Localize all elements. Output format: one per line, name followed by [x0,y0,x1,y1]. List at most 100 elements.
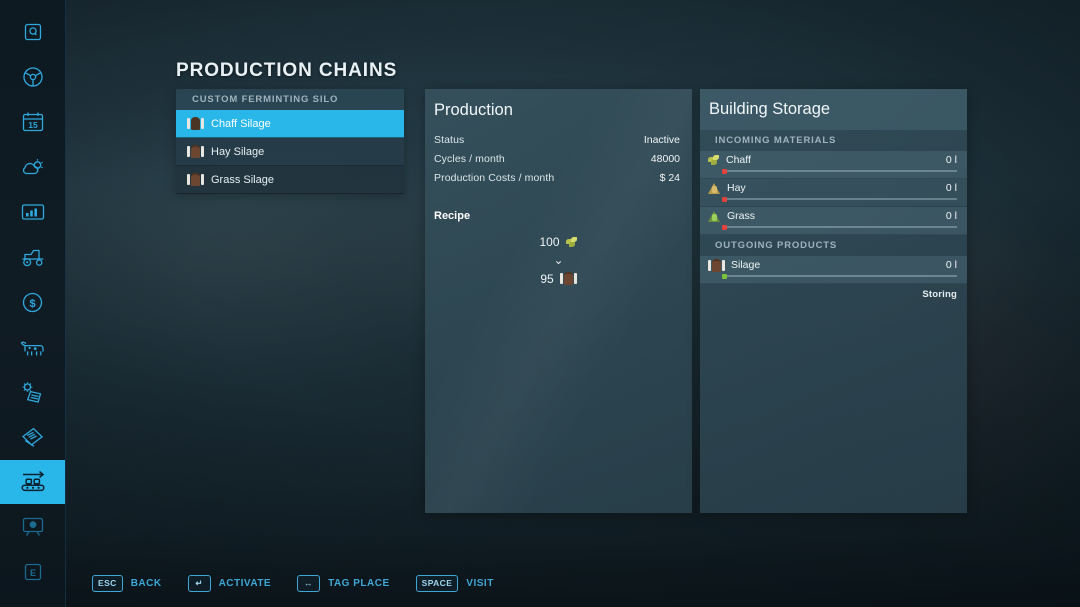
weather-icon [20,156,46,178]
grass-icon [708,210,721,222]
left-sidebar: 15 $ E [0,0,66,607]
sidebar-item-animals[interactable] [0,325,65,369]
sidebar-item-statistics[interactable] [0,190,65,234]
stat-production-costs: Production Costs / month $ 24 [434,169,680,188]
sidebar-item-map-overview[interactable] [0,505,65,549]
chain-list-item-label: Hay Silage [211,145,265,158]
sidebar-item-production[interactable] [0,460,65,504]
storage-row-amount: 0 l [945,259,957,271]
svg-text:$: $ [29,298,35,310]
chain-list-item-grass-silage[interactable]: Grass Silage [176,166,404,194]
svg-text:E: E [29,568,35,578]
stat-value: 48000 [650,153,680,165]
chaff-icon [708,154,720,166]
stat-label: Production Costs / month [434,172,555,184]
stat-cycles-per-month: Cycles / month 48000 [434,150,680,169]
storage-fill-bar [724,198,957,200]
sidebar-item-machinery[interactable] [0,235,65,279]
storage-row-name: Grass [727,210,756,222]
storage-row-silage[interactable]: Silage 0 l [700,256,967,284]
hint-back[interactable]: ESC BACK [92,574,162,592]
status-dot-ok [722,273,727,279]
storage-row-chaff[interactable]: Chaff 0 l [700,151,967,179]
quest-q-icon [23,22,43,42]
storage-row-name: Chaff [726,154,751,166]
key-enter: ↵ [187,574,211,592]
status-dot-empty [722,196,727,202]
key-space: SPACE [415,574,459,592]
steering-wheel-icon [21,65,45,89]
silage-bale-icon [187,117,204,130]
chain-list-item-hay-silage[interactable]: Hay Silage [176,138,404,166]
chain-list-item-label: Chaff Silage [211,117,271,130]
silage-bale-icon [187,145,204,158]
storage-row-name: Silage [731,259,761,271]
documents-icon [20,426,46,448]
hint-label: ACTIVATE [218,577,272,589]
sidebar-item-prices[interactable] [0,415,65,459]
monitor-icon [21,516,45,538]
sidebar-item-calendar[interactable]: 15 [0,100,65,144]
hay-icon [708,182,721,194]
hint-tag-place[interactable]: ↔ TAG PLACE [297,574,390,592]
stat-status: Status Inactive [434,131,680,150]
storage-fill-bar [724,170,957,172]
cow-icon [19,336,47,358]
conveyor-belt-icon [18,469,48,495]
building-storage-title: Building Storage [700,89,967,130]
sidebar-item-contracts[interactable] [0,370,65,414]
key-esc: ESC [92,574,123,592]
chevron-down-icon: ⌄ [553,253,564,267]
storage-row-amount: 0 l [945,154,957,166]
recipe-heading: Recipe [434,210,471,222]
status-dot-empty [722,224,727,230]
hint-label: TAG PLACE [328,577,390,589]
chaff-icon [565,236,578,248]
chain-list-item-chaff-silage[interactable]: Chaff Silage [176,110,404,138]
production-panel-title: Production [434,101,513,119]
sidebar-item-finances[interactable]: $ [0,280,65,324]
building-storage-panel: Building Storage INCOMING MATERIALS Chaf… [700,89,967,513]
hint-visit[interactable]: SPACE VISIT [415,574,494,592]
calendar-15-icon: 15 [21,111,45,133]
recipe-input-amount: 100 [539,234,560,249]
page-title: PRODUCTION CHAINS [176,60,398,81]
sidebar-item-weather[interactable] [0,145,65,189]
storage-row-note: Storing [922,289,957,300]
production-stats: Status Inactive Cycles / month 48000 Pro… [425,131,692,188]
recipe-output-amount: 95 [540,271,554,286]
sidebar-item-quests[interactable] [0,10,65,54]
hint-label: VISIT [466,577,494,589]
chain-list-header: CUSTOM FERMINTING SILO [176,89,404,110]
storage-row-amount: 0 l [945,210,957,222]
recipe-input-row: 100 [425,233,692,250]
stat-label: Status [434,134,465,146]
svg-text:15: 15 [28,120,38,130]
gear-document-icon [20,380,46,404]
sidebar-item-help[interactable]: E [0,550,65,594]
dollar-circle-icon: $ [21,291,44,314]
storage-row-name: Hay [727,182,746,194]
section-header-incoming: INCOMING MATERIALS [715,135,837,146]
sidebar-item-vehicles[interactable] [0,55,65,99]
storage-row-amount: 0 l [945,182,957,194]
stat-value: Inactive [643,134,680,146]
status-dot-empty [722,168,727,174]
tractor-icon [19,246,47,268]
stat-value: $ 24 [659,172,680,184]
production-chain-list: CUSTOM FERMINTING SILO Chaff Silage Hay … [176,89,404,194]
silage-bale-icon [708,258,725,272]
hint-activate[interactable]: ↵ ACTIVATE [187,574,272,592]
storage-fill-bar [724,275,957,277]
bar-chart-icon [21,202,45,222]
key-left-right-arrows: ↔ [297,574,321,592]
stat-label: Cycles / month [434,153,505,165]
silage-bale-icon [187,173,204,186]
storage-row-grass[interactable]: Grass 0 l [700,207,967,235]
storage-fill-bar [724,226,957,228]
help-bar: ESC BACK ↵ ACTIVATE ↔ TAG PLACE SPACE VI… [92,559,494,607]
section-header-outgoing: OUTGOING PRODUCTS [715,240,838,251]
recipe-output-row: 95 [425,270,692,287]
storage-row-hay[interactable]: Hay 0 l [700,179,967,207]
silage-bale-icon [559,272,577,285]
